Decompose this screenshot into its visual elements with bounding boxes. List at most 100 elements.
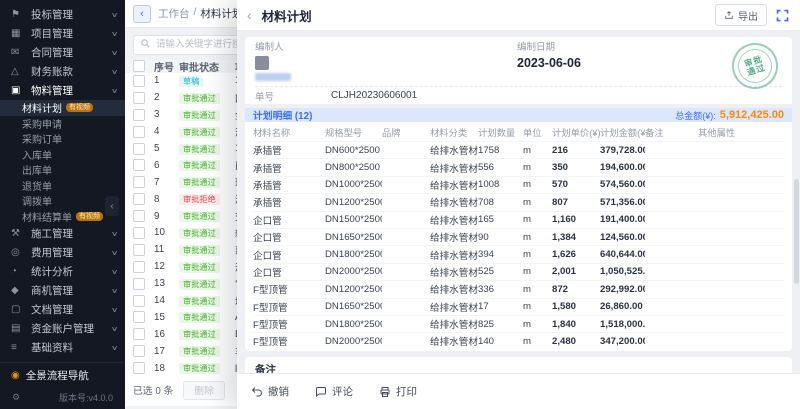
cell-category: 给排水管材 — [430, 248, 478, 262]
drawer-footer: 撤销 评论 打印 — [237, 373, 800, 409]
chevron-down-icon: ∨ — [111, 230, 119, 238]
cell-amount: 124,560.00 — [600, 232, 645, 243]
sidebar-subitem-material-plan[interactable]: 材料计划 有视频 — [0, 100, 125, 116]
row-checkbox[interactable] — [133, 92, 145, 104]
author-avatar — [255, 56, 269, 70]
row-checkbox[interactable] — [133, 261, 145, 273]
row-number: 13 — [154, 278, 179, 289]
sidebar-subitem-outbound[interactable]: 出库单 — [0, 162, 125, 178]
cell-unit: m — [523, 336, 552, 347]
status-badge: 审批通过 — [179, 363, 220, 374]
undo-button[interactable]: 撤销 — [251, 384, 289, 399]
sidebar-item-business[interactable]: ◆ 商机管理 ∨ — [0, 281, 125, 300]
cell-spec: DN1650*2500 — [325, 301, 382, 312]
breadcrumb-root[interactable]: 工作台 — [158, 6, 190, 21]
cell-unit: m — [523, 162, 552, 173]
fullscreen-icon[interactable] — [775, 8, 790, 23]
row-checkbox[interactable] — [133, 143, 145, 155]
cell-amount: 26,860.00 — [600, 301, 645, 312]
doc-no-row: 单号 CLJH20230606001 — [255, 87, 782, 104]
row-checkbox[interactable] — [133, 109, 145, 121]
sidebar-item-project[interactable]: ▦ 项目管理 ∨ — [0, 24, 125, 43]
app-root: ⚑ 投标管理 ∨ ▦ 项目管理 ∨ ✉ 合同管理 ∨ △ 财务账款 ∨ ▣ 物料 — [0, 0, 800, 409]
material-box-icon: ▣ — [11, 85, 26, 96]
sidebar-subitem-purchase-order[interactable]: 采购订单 — [0, 131, 125, 147]
cell-name: 企口管 — [253, 230, 325, 244]
sidebar-collapse-handle[interactable]: ‹ — [105, 196, 119, 216]
row-checkbox[interactable] — [133, 362, 145, 374]
back-button[interactable]: ‹ — [133, 5, 151, 23]
row-number: 9 — [154, 211, 179, 222]
cell-qty: 525 — [478, 266, 523, 277]
sidebar-item-material[interactable]: ▣ 物料管理 ∨ — [0, 81, 125, 100]
cell-price: 570 — [552, 179, 600, 190]
delete-button[interactable]: 删除 — [183, 381, 225, 400]
plan-detail-bar: 计划明细 (12) 总金额(¥): 5,912,425.00 — [245, 108, 792, 122]
plan-detail-title: 计划明细 (12) — [253, 108, 675, 122]
row-checkbox[interactable] — [133, 210, 145, 222]
cell-category: 给排水管材 — [430, 300, 478, 314]
sidebar-subitem-return[interactable]: 退货单 — [0, 178, 125, 194]
sidebar-item-finance[interactable]: △ 财务账款 ∨ — [0, 62, 125, 81]
row-checkbox[interactable] — [133, 328, 145, 340]
chevron-down-icon: ∨ — [111, 325, 119, 333]
sidebar-subitem-inbound[interactable]: 入库单 — [0, 147, 125, 163]
table-row: 企口管 DN1500*2500 给排水管材 165 m 1,160 191,40… — [253, 211, 784, 228]
row-number: 7 — [154, 177, 179, 188]
row-checkbox[interactable] — [133, 159, 145, 171]
finance-icon: △ — [11, 66, 26, 77]
cell-price: 872 — [552, 284, 600, 295]
row-checkbox[interactable] — [133, 244, 145, 256]
sidebar-subitem-purchase-request[interactable]: 采购申请 — [0, 116, 125, 132]
scrollbar-thumb[interactable] — [794, 179, 799, 284]
cell-name: 企口管 — [253, 213, 325, 227]
version-label: 版本号:v4.0.0 — [59, 391, 113, 404]
sidebar-item-contract[interactable]: ✉ 合同管理 ∨ — [0, 43, 125, 62]
search-icon — [140, 38, 151, 49]
status-badge: 审批通过 — [179, 346, 220, 357]
cell-category: 给排水管材 — [430, 334, 478, 348]
panorama-nav-button[interactable]: ◉ 全景流程导航 — [0, 363, 125, 387]
row-number: 5 — [154, 143, 179, 154]
print-button[interactable]: 打印 — [379, 384, 417, 399]
row-checkbox[interactable] — [133, 295, 145, 307]
status-badge: 审批通过 — [179, 127, 220, 138]
row-checkbox[interactable] — [133, 126, 145, 138]
row-number: 2 — [154, 92, 179, 103]
select-all-checkbox[interactable] — [133, 60, 145, 72]
table-row: 承插管 DN1000*2500 给排水管材 1008 m 570 574,560… — [253, 176, 784, 193]
chevron-down-icon: ∨ — [111, 306, 119, 314]
total-amount-label: 总金额(¥): — [675, 109, 716, 122]
drawer-back-button[interactable]: ‹ — [247, 7, 252, 23]
sidebar-item-statistics[interactable]: ◔ 统计分析 ∨ — [0, 262, 125, 281]
row-number: 10 — [154, 227, 179, 238]
row-checkbox[interactable] — [133, 311, 145, 323]
remark-label: 备注 — [255, 362, 782, 373]
sidebar-item-documents[interactable]: ▢ 文档管理 ∨ — [0, 300, 125, 319]
row-checkbox[interactable] — [133, 278, 145, 290]
row-checkbox[interactable] — [133, 345, 145, 357]
cell-name: F型顶管 — [253, 317, 325, 331]
export-button[interactable]: 导出 — [715, 4, 767, 26]
base-data-icon: ≡ — [11, 342, 26, 353]
table-row: 企口管 DN2000*2500 给排水管材 525 m 2,001 1,050,… — [253, 263, 784, 280]
cell-qty: 394 — [478, 249, 523, 260]
collapse-arrow-icon: ‹ — [110, 201, 113, 212]
sidebar-item-base-data[interactable]: ≡ 基础资料 ∨ — [0, 338, 125, 357]
comment-button[interactable]: 评论 — [315, 384, 353, 399]
sidebar-item-funds[interactable]: ▤ 资金账户管理 ∨ — [0, 319, 125, 338]
row-checkbox[interactable] — [133, 75, 145, 87]
sidebar-item-expense[interactable]: ◎ 费用管理 ∨ — [0, 243, 125, 262]
status-badge: 审批通过 — [179, 177, 220, 188]
sidebar-item-construction[interactable]: ⚒ 施工管理 ∨ — [0, 224, 125, 243]
breadcrumb-separator: / — [194, 6, 197, 21]
sidebar-item-bidding[interactable]: ⚑ 投标管理 ∨ — [0, 5, 125, 24]
cell-spec: DN800*2500 — [325, 162, 382, 173]
construction-icon: ⚒ — [11, 228, 26, 239]
row-checkbox[interactable] — [133, 176, 145, 188]
print-icon — [379, 386, 391, 398]
gear-icon[interactable]: ⚙ — [12, 392, 20, 403]
row-checkbox[interactable] — [133, 193, 145, 205]
row-checkbox[interactable] — [133, 227, 145, 239]
row-number: 6 — [154, 160, 179, 171]
